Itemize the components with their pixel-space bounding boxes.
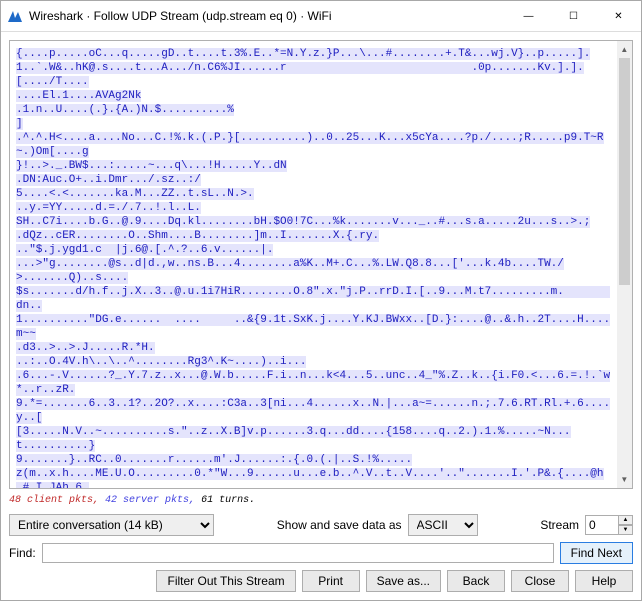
server-pkts: 42 server pkts, (105, 495, 195, 506)
stream-line[interactable]: .^.^.H<....a....No...C.!%.k.(.P.}[......… (16, 132, 604, 158)
maximize-button[interactable]: ☐ (551, 1, 596, 31)
window-title: Wireshark · Follow UDP Stream (udp.strea… (29, 9, 506, 23)
packet-summary: 48 client pkts, 42 server pkts, 61 turns… (9, 495, 633, 506)
stream-line[interactable]: 9.......}..RC..0.......r......m'.J......… (16, 454, 412, 466)
stream-line[interactable]: [3.....N.V..~..........s."..z..X.B]v.p..… (16, 426, 571, 452)
spin-down-icon[interactable]: ▼ (619, 525, 633, 535)
stream-line[interactable]: ...>"g........@s..d|d.,w..ns.B...4......… (16, 258, 564, 284)
stream-line[interactable]: ] (16, 118, 23, 130)
stream-line[interactable]: 1.........."DG.e...... .... ..&{9.1t.SxK… (16, 314, 610, 340)
print-button[interactable]: Print (302, 570, 360, 592)
stream-line[interactable]: $s.......d/h.f..j.X..3..@.u.1i7HiR......… (16, 286, 610, 312)
format-row: Entire conversation (14 kB) Show and sav… (9, 514, 633, 536)
stream-line[interactable]: .6...-.V......?_.Y.7.z..x...@.W.b.....F.… (16, 370, 610, 396)
filter-out-button[interactable]: Filter Out This Stream (156, 570, 295, 592)
client-pkts: 48 client pkts, (9, 495, 99, 506)
content-area: {....p.....oC...q.....gD..t....t.3%.E..*… (1, 32, 641, 600)
stream-line[interactable]: .DN:Auc.O+..i.Dmr.../.sz..:/ (16, 174, 201, 186)
find-row: Find: Find Next (9, 542, 633, 564)
stream-line[interactable]: 5....<.<.......ka.M...ZZ..t.sL..N.>. (16, 188, 254, 200)
stream-frame: {....p.....oC...q.....gD..t....t.3%.E..*… (9, 40, 633, 489)
window-buttons: — ☐ ✕ (506, 1, 641, 31)
stream-spinner[interactable]: ▲ ▼ (585, 515, 633, 535)
stream-line[interactable]: .1.n..U....(.}.{A.)N.$..........% (16, 104, 234, 116)
stream-line[interactable]: ..y.=YY.....d.=./.7..!.l..L. (16, 202, 201, 214)
format-select[interactable]: ASCII (408, 514, 478, 536)
scroll-down-icon[interactable]: ▼ (617, 471, 632, 488)
stream-line[interactable]: }!..>._.BW$...:.....~...q\...!H.....Y..d… (16, 160, 287, 172)
stream-line[interactable]: .#.I.JAh.6. (16, 482, 89, 488)
stream-line[interactable]: ..:..O.4V.h\..\..^........Rg3^.K~....)..… (16, 356, 306, 368)
scroll-track[interactable] (617, 58, 632, 471)
stream-line[interactable]: ....El.1....AVAg2Nk (16, 90, 141, 102)
stream-line[interactable]: z(m..x.h....ME.U.O.........0.*"W...9....… (16, 468, 604, 480)
minimize-button[interactable]: — (506, 1, 551, 31)
stream-line[interactable]: .dQz..cER........O..Shm....B........]m..… (16, 230, 379, 242)
stream-label: Stream (540, 518, 579, 532)
find-next-button[interactable]: Find Next (560, 542, 633, 564)
back-button[interactable]: Back (447, 570, 505, 592)
save-as-button[interactable]: Save as... (366, 570, 441, 592)
stream-value[interactable] (585, 515, 619, 535)
find-input[interactable] (42, 543, 554, 563)
stream-text[interactable]: {....p.....oC...q.....gD..t....t.3%.E..*… (10, 41, 617, 488)
stream-line[interactable]: {....p.....oC...q.....gD..t....t.3%.E..*… (16, 48, 590, 60)
titlebar: Wireshark · Follow UDP Stream (udp.strea… (1, 1, 641, 32)
stream-line[interactable]: 9.*=.......6..3..1?..2O?..x....:C3a..3[n… (16, 398, 610, 424)
turns: 61 turns. (201, 495, 255, 506)
close-button[interactable]: ✕ (596, 1, 641, 31)
spin-up-icon[interactable]: ▲ (619, 515, 633, 525)
scroll-up-icon[interactable]: ▲ (617, 41, 632, 58)
close-dialog-button[interactable]: Close (511, 570, 569, 592)
stream-line[interactable]: .d3..>..>.J.....R.*H. (16, 342, 155, 354)
main-window: Wireshark · Follow UDP Stream (udp.strea… (0, 0, 642, 601)
show-save-label: Show and save data as (277, 518, 402, 532)
conversation-select[interactable]: Entire conversation (14 kB) (9, 514, 214, 536)
stream-line[interactable]: SH..C7i....b.G..@.9....Dq.kl........bH.$… (16, 216, 590, 228)
button-row: Filter Out This Stream Print Save as... … (9, 570, 633, 592)
vertical-scrollbar[interactable]: ▲ ▼ (617, 41, 632, 488)
wireshark-fin-icon (7, 8, 23, 24)
help-button[interactable]: Help (575, 570, 633, 592)
find-label: Find: (9, 546, 36, 560)
scroll-thumb[interactable] (619, 58, 630, 285)
stream-line[interactable]: 1..`.W&..hK@.s....t...A.../n.C6%JI......… (16, 62, 584, 88)
stream-line[interactable]: .."$.j.ygd1.c |j.6@.[.^.?..6.v......|. (16, 244, 273, 256)
